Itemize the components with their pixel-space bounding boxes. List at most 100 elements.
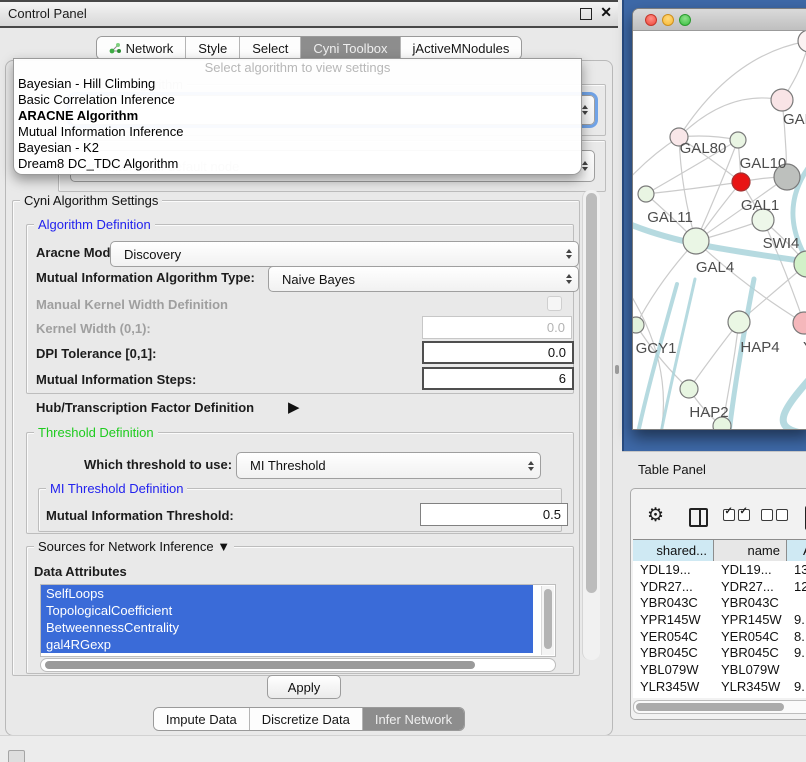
popup-item[interactable]: Dream8 DC_TDC Algorithm <box>14 156 581 172</box>
node-label: GAL80 <box>680 140 727 157</box>
collapse-arrow-icon[interactable]: ▼ <box>217 539 230 554</box>
network-edge-thick[interactable] <box>783 373 806 429</box>
tab-style[interactable]: Style <box>186 37 240 59</box>
data-attributes-list[interactable]: SelfLoopsTopologicalCoefficientBetweenne… <box>40 584 556 657</box>
scrollbar-thumb[interactable] <box>636 703 784 711</box>
network-desktop: GALGAL80GAL10GAL1GAL11SWI4GAL4GCY1HAP4YH… <box>622 0 806 451</box>
mi-type-combo[interactable]: Naive Bayes <box>268 266 579 292</box>
dpi-tolerance-field[interactable]: 0.0 <box>422 341 574 364</box>
network-node[interactable] <box>728 311 750 333</box>
network-node[interactable] <box>798 31 806 52</box>
manual-kernel-checkbox[interactable] <box>547 296 562 311</box>
float-window-icon[interactable] <box>580 8 592 20</box>
attribute-list-item[interactable]: TopologicalCoefficient <box>41 602 533 619</box>
popup-item[interactable]: Bayesian - K2 <box>14 140 581 156</box>
network-node[interactable] <box>633 317 644 333</box>
network-node[interactable] <box>793 312 806 334</box>
table-row[interactable]: YLR345WYLR345W9. <box>633 678 806 695</box>
expand-arrow-icon[interactable]: ▶ <box>288 398 300 416</box>
kernel-width-field[interactable]: 0.0 <box>422 316 572 339</box>
column-header-shared[interactable]: shared... <box>633 540 714 561</box>
combo-arrows-icon <box>582 161 588 171</box>
algorithm-definition-title: Algorithm Definition <box>34 217 155 232</box>
network-edge[interactable] <box>679 98 782 137</box>
mi-steps-field[interactable]: 6 <box>422 367 574 390</box>
close-traffic-light-icon[interactable] <box>645 14 657 26</box>
minimize-traffic-light-icon[interactable] <box>662 14 674 26</box>
mi-threshold-field[interactable]: 0.5 <box>420 503 568 526</box>
hide-columns-icon[interactable] <box>761 506 791 521</box>
data-attributes-label: Data Attributes <box>34 564 127 579</box>
table-row[interactable]: YER054CYER054C8. <box>633 628 806 645</box>
popup-item[interactable]: Mutual Information Inference <box>14 124 581 140</box>
popup-header: Select algorithm to view settings <box>14 59 581 76</box>
table-row[interactable]: YBL079WYBL079W <box>633 661 806 678</box>
table-cell: YBR043C <box>633 595 714 610</box>
settings-vertical-scrollbar[interactable] <box>582 190 600 660</box>
tab-select[interactable]: Select <box>240 37 301 59</box>
scrollbar-thumb[interactable] <box>586 193 597 593</box>
tab-cyni-toolbox[interactable]: Cyni Toolbox <box>301 37 400 59</box>
minimized-panel-icon[interactable] <box>8 750 25 762</box>
tab-infer-network[interactable]: Infer Network <box>363 708 464 730</box>
which-threshold-combo[interactable]: MI Threshold <box>236 452 541 479</box>
table-cell: YER054C <box>714 629 787 644</box>
popup-item[interactable]: Basic Correlation Inference <box>14 92 581 108</box>
table-row[interactable]: YBR043CYBR043C <box>633 594 806 611</box>
tab-impute-data[interactable]: Impute Data <box>154 708 250 730</box>
table-row[interactable]: YBR045CYBR045C9. <box>633 644 806 661</box>
network-node[interactable] <box>730 132 746 148</box>
mi-threshold-group-title: MI Threshold Definition <box>46 481 187 496</box>
network-edge[interactable] <box>646 182 741 194</box>
zoom-traffic-light-icon[interactable] <box>679 14 691 26</box>
settings-group-title: Cyni Algorithm Settings <box>20 193 162 208</box>
column-header-third[interactable]: A <box>787 540 806 561</box>
network-window[interactable]: GALGAL80GAL10GAL1GAL11SWI4GAL4GCY1HAP4YH… <box>632 8 806 430</box>
column-view-icon[interactable] <box>689 508 708 527</box>
table-cell: YPR145W <box>633 612 714 627</box>
table-row[interactable]: YDR27...YDR27...12 <box>633 578 806 595</box>
tab-network-label: Network <box>126 41 174 56</box>
attributes-horizontal-scrollbar[interactable] <box>40 658 556 672</box>
panel-divider-handle[interactable] <box>615 365 619 374</box>
popup-item[interactable]: ARACNE Algorithm <box>14 108 581 124</box>
tab-jactivemnodules[interactable]: jActiveMNodules <box>401 37 522 59</box>
scrollbar-thumb[interactable] <box>45 661 475 669</box>
table-cell: 9 <box>787 695 806 698</box>
tab-network[interactable]: Network <box>97 37 187 59</box>
table-cell: YBR043C <box>714 595 787 610</box>
attribute-list-item[interactable]: BetweennessCentrality <box>41 619 533 636</box>
table-row[interactable]: YDL19...YDL19...13 <box>633 561 806 578</box>
table-cell: 13 <box>787 562 806 577</box>
network-node[interactable] <box>638 186 654 202</box>
network-icon <box>109 42 122 54</box>
table-panel-titlebar: Table Panel <box>622 451 806 489</box>
network-node[interactable] <box>732 173 750 191</box>
table-row[interactable]: YPR145WYPR145W9. <box>633 611 806 628</box>
table-cell: YER054C <box>633 629 714 644</box>
close-icon[interactable]: ✕ <box>600 4 612 21</box>
table-row[interactable]: YIL052CYIL052C9 <box>633 695 806 699</box>
node-label: SWI4 <box>763 235 800 252</box>
network-node[interactable] <box>680 380 698 398</box>
table-rows: YDL19...YDL19...13YDR27...YDR27...12YBR0… <box>633 561 806 698</box>
sources-group-title: Sources for Network Inference ▼ <box>34 539 234 554</box>
column-header-name[interactable]: name <box>714 540 787 561</box>
attribute-list-item[interactable]: gal4RGexp <box>41 636 533 653</box>
apply-button[interactable]: Apply <box>267 675 341 699</box>
network-node[interactable] <box>771 89 793 111</box>
show-columns-icon[interactable] <box>723 506 753 521</box>
attribute-list-item[interactable]: SelfLoops <box>41 585 533 602</box>
aracne-mode-combo[interactable]: Discovery <box>110 241 579 267</box>
gear-icon[interactable]: ⚙ <box>647 504 664 527</box>
network-node[interactable] <box>683 228 709 254</box>
tab-discretize-data[interactable]: Discretize Data <box>250 708 363 730</box>
network-canvas[interactable]: GALGAL80GAL10GAL1GAL11SWI4GAL4GCY1HAP4YH… <box>633 31 806 429</box>
network-window-titlebar[interactable] <box>633 9 806 31</box>
network-edge[interactable] <box>633 289 663 429</box>
network-edge[interactable] <box>689 322 739 389</box>
popup-item[interactable]: Bayesian - Hill Climbing <box>14 76 581 92</box>
table-horizontal-scrollbar[interactable] <box>633 700 806 714</box>
attributes-vertical-scrollbar[interactable] <box>541 586 554 655</box>
scrollbar-thumb[interactable] <box>544 589 552 649</box>
